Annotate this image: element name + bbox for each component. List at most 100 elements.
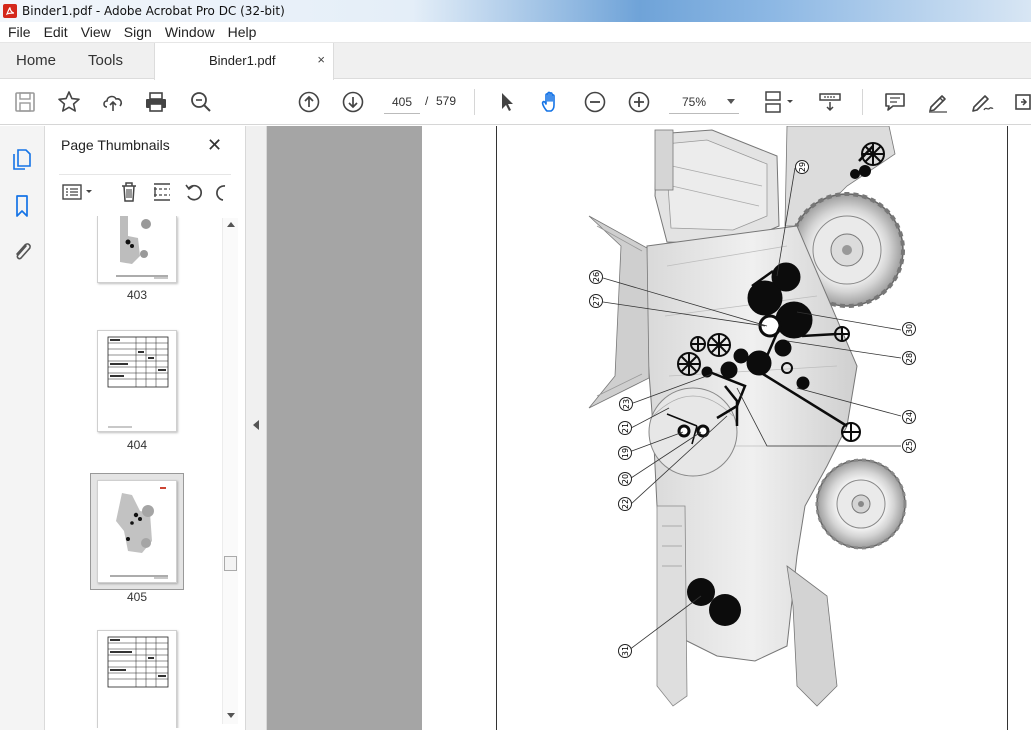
svg-text:27: 27	[592, 296, 601, 306]
callout-31: 31	[618, 644, 632, 658]
scroll-up-arrow-icon[interactable]	[227, 222, 235, 227]
highlight-icon[interactable]	[926, 90, 950, 114]
bookmark-star-icon[interactable]	[57, 90, 81, 114]
page-gap	[422, 126, 497, 730]
chevron-down-icon	[727, 99, 735, 104]
menu-sign[interactable]: Sign	[117, 24, 158, 40]
callout-30: 30	[902, 322, 916, 336]
thumbnails-title: Page Thumbnails	[61, 137, 170, 153]
share-icon[interactable]	[101, 90, 125, 114]
insert-page-icon[interactable]	[151, 181, 173, 203]
rotate-right-icon[interactable]	[211, 181, 231, 203]
zoom-in-icon[interactable]	[627, 90, 651, 114]
sign-icon[interactable]	[970, 90, 994, 114]
tab-document[interactable]: Binder1.pdf ×	[154, 43, 334, 80]
chevron-left-icon	[253, 420, 259, 430]
toolbar-divider	[862, 89, 863, 115]
panel-collapse-handle[interactable]	[245, 126, 267, 730]
thumbnail-list: 403 404 405	[59, 216, 239, 728]
menu-help[interactable]: Help	[221, 24, 263, 40]
prev-page-icon[interactable]	[297, 90, 321, 114]
menu-view[interactable]: View	[74, 24, 117, 40]
page-number-input[interactable]: 405	[384, 90, 420, 114]
callout-23: 23	[619, 397, 633, 411]
svg-text:30: 30	[905, 324, 914, 334]
thumbnail-page-405[interactable]	[97, 480, 177, 583]
acrobat-app-icon	[3, 4, 17, 18]
callout-29: 29	[795, 160, 809, 174]
attachments-icon[interactable]	[10, 239, 34, 263]
title-bar: Binder1.pdf - Adobe Acrobat Pro DC (32-b…	[0, 0, 1031, 22]
svg-text:24: 24	[905, 412, 914, 422]
callout-25: 25	[902, 439, 916, 453]
menu-file[interactable]: File	[0, 24, 37, 40]
callout-28: 28	[902, 351, 916, 365]
tab-document-label: Binder1.pdf	[209, 53, 276, 68]
svg-text:19: 19	[621, 448, 630, 458]
callout-26: 26	[589, 270, 603, 284]
callout-27: 27	[589, 294, 603, 308]
svg-text:22: 22	[621, 499, 630, 509]
total-pages: 579	[436, 94, 457, 108]
thumbnail-label-405: 405	[126, 590, 148, 604]
tab-close-button[interactable]: ×	[317, 52, 325, 67]
tab-bar: Home Tools Binder1.pdf ×	[0, 43, 1031, 80]
close-panel-button[interactable]: ✕	[207, 136, 222, 154]
trash-icon[interactable]	[118, 181, 140, 203]
svg-text:21: 21	[621, 423, 630, 433]
document-view[interactable]: 29 26 27 30 28 23 21 19 20 22 24 25 31	[267, 126, 1031, 730]
svg-text:20: 20	[621, 474, 630, 484]
print-icon[interactable]	[144, 90, 168, 114]
thumbnails-panel: Page Thumbnails ✕ 403 404 405	[45, 126, 245, 730]
thumbnail-label-403: 403	[126, 288, 148, 302]
thumbnail-scrollbar[interactable]	[222, 218, 238, 724]
window-title: Binder1.pdf - Adobe Acrobat Pro DC (32-b…	[22, 4, 285, 18]
zoom-dropdown[interactable]: 75%	[669, 90, 739, 114]
bookmarks-icon[interactable]	[10, 194, 34, 218]
navigation-rail	[0, 126, 45, 730]
thumbnail-page-406[interactable]	[97, 630, 177, 728]
select-cursor-icon[interactable]	[495, 90, 519, 114]
menu-window[interactable]: Window	[158, 24, 221, 40]
thumbnail-page-404[interactable]	[97, 330, 177, 432]
svg-text:23: 23	[622, 399, 631, 409]
callout-21: 21	[618, 421, 632, 435]
thumbnail-toolbar	[59, 174, 231, 204]
page-display-icon[interactable]	[763, 90, 797, 114]
rotate-left-icon[interactable]	[183, 181, 205, 203]
zoom-out-icon[interactable]	[583, 90, 607, 114]
options-menu-icon[interactable]	[61, 181, 95, 203]
previous-page-edge	[267, 126, 422, 730]
comment-icon[interactable]	[883, 90, 907, 114]
hand-tool-icon[interactable]	[539, 90, 563, 114]
scrollbar-thumb[interactable]	[224, 556, 237, 571]
scroll-down-arrow-icon[interactable]	[227, 713, 235, 718]
page-thumbnails-icon[interactable]	[10, 147, 34, 171]
svg-text:28: 28	[905, 353, 914, 363]
callout-24: 24	[902, 410, 916, 424]
save-icon[interactable]	[13, 90, 37, 114]
menu-bar: File Edit View Sign Window Help	[0, 22, 1031, 43]
svg-text:31: 31	[621, 646, 630, 656]
svg-text:29: 29	[798, 162, 807, 172]
tab-tools[interactable]: Tools	[88, 43, 123, 79]
tools-icon[interactable]	[1012, 90, 1031, 114]
svg-text:25: 25	[905, 441, 914, 451]
svg-text:26: 26	[592, 272, 601, 282]
toolbar: 405 / 579 75%	[0, 80, 1031, 125]
machine-belt-diagram: 29 26 27 30 28 23 21 19 20 22 24 25 31	[588, 126, 916, 707]
scroll-mode-icon[interactable]	[818, 90, 842, 114]
toolbar-divider	[474, 89, 475, 115]
thumbnail-page-403[interactable]	[97, 216, 177, 283]
thumbnail-label-404: 404	[126, 438, 148, 452]
tab-home[interactable]: Home	[16, 43, 56, 79]
menu-edit[interactable]: Edit	[37, 24, 74, 40]
zoom-search-icon[interactable]	[189, 90, 213, 114]
next-page-icon[interactable]	[341, 90, 365, 114]
left-header	[588, 215, 650, 409]
callout-19: 19	[618, 446, 632, 460]
page-border-right	[1007, 126, 1008, 730]
page-separator: /	[425, 94, 429, 108]
zoom-value: 75%	[682, 95, 707, 109]
callout-20: 20	[618, 472, 632, 486]
